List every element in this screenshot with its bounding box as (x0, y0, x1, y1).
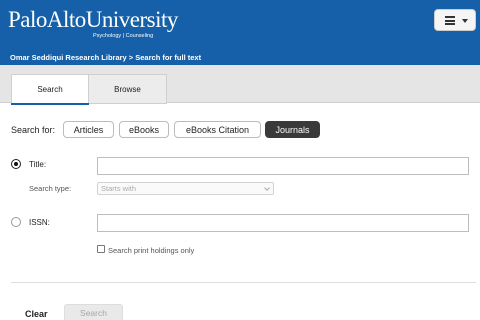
ebooks-citation-button[interactable]: eBooks Citation (174, 121, 261, 138)
caret-down-icon (462, 19, 468, 23)
university-logo[interactable]: PaloAltoUniversity Psychology | Counseli… (8, 7, 178, 40)
issn-label: ISSN: (29, 218, 50, 227)
title-input[interactable] (97, 157, 469, 175)
divider (11, 282, 476, 283)
site-header: PaloAltoUniversity Psychology | Counseli… (0, 0, 480, 65)
menu-button[interactable] (434, 9, 476, 31)
hamburger-icon (445, 16, 455, 25)
print-holdings-label[interactable]: Search print holdings only (108, 246, 194, 255)
issn-input[interactable] (97, 214, 469, 232)
tab-browse[interactable]: Browse (89, 74, 167, 104)
articles-button[interactable]: Articles (63, 121, 114, 138)
journals-button[interactable]: Journals (265, 121, 320, 138)
title-label: Title: (29, 160, 47, 169)
search-for-label: Search for: (11, 125, 56, 135)
print-holdings-checkbox[interactable] (97, 245, 105, 253)
search-type-select[interactable]: Starts with (97, 182, 274, 195)
search-button[interactable]: Search (64, 304, 123, 320)
logo-text: PaloAltoUniversity (8, 7, 178, 32)
clear-button[interactable]: Clear (25, 309, 48, 319)
search-type-label: Search type: (29, 184, 72, 193)
breadcrumb: Omar Seddiqui Research Library > Search … (10, 53, 202, 62)
tab-search[interactable]: Search (11, 74, 89, 105)
ebooks-button[interactable]: eBooks (119, 121, 169, 138)
issn-radio[interactable] (11, 217, 21, 227)
search-type-value: Starts with (101, 184, 137, 193)
title-radio[interactable] (11, 159, 21, 169)
logo-subtitle: Psychology | Counseling (93, 33, 154, 39)
tab-strip: Search Browse (0, 65, 480, 105)
chevron-down-icon (264, 185, 270, 191)
